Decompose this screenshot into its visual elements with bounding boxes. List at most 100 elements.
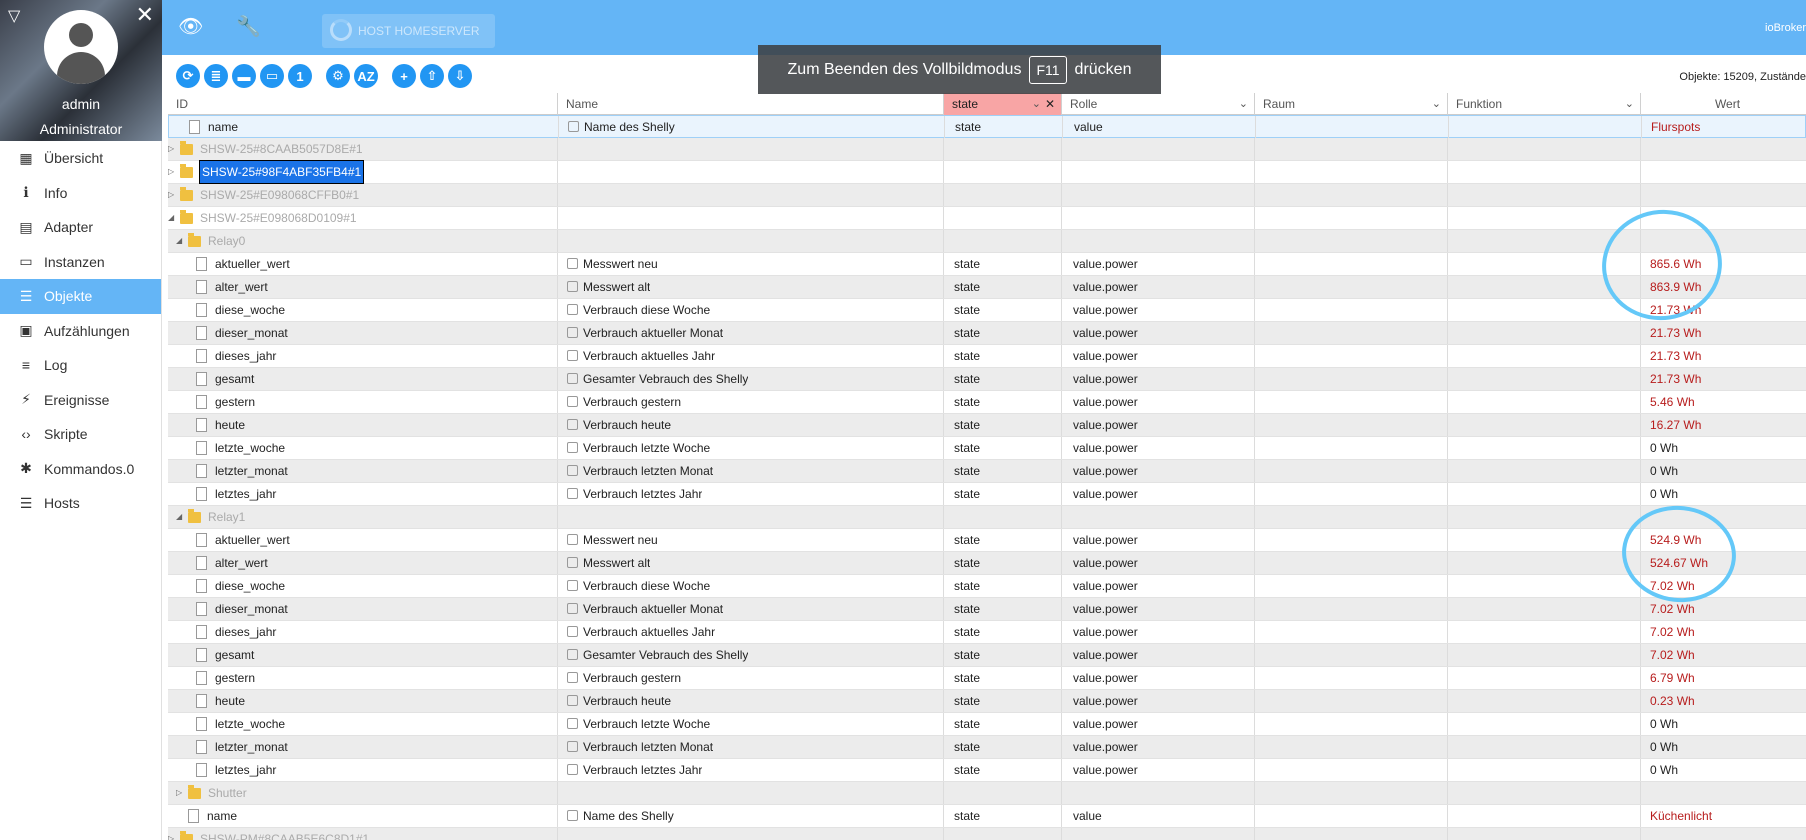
table-row[interactable]: letztes_jahr Verbrauch letztes Jahr state v… [168, 483, 1806, 506]
table-row[interactable]: diese_woche Verbrauch diese Woche state val… [168, 575, 1806, 598]
table-row[interactable]: name Name des Shelly state value Flurspots [168, 115, 1806, 138]
list-view-icon[interactable]: ≣ [204, 64, 228, 88]
table-row[interactable]: ▷ SHSW-25#E098068CFFB0#1 [168, 184, 1806, 207]
folder-collapse-icon[interactable]: ▬ [232, 64, 256, 88]
table-row[interactable]: alter_wert Messwert alt state value.power 86… [168, 276, 1806, 299]
col-id[interactable]: ID [168, 93, 558, 115]
table-row[interactable]: alter_wert Messwert alt state value.power 52… [168, 552, 1806, 575]
sidebar-item-instanzen[interactable]: ▭ Instanzen [0, 245, 161, 280]
table-row[interactable]: dieser_monat Verbrauch aktueller Monat sta… [168, 322, 1806, 345]
col-function[interactable]: Funktion ⌄ [1448, 93, 1641, 115]
row-value[interactable]: 5.46 Wh [1644, 391, 1695, 413]
folder-expand-icon[interactable]: ▭ [260, 64, 284, 88]
table-row[interactable]: gestern Verbrauch gestern state value.power… [168, 667, 1806, 690]
table-row[interactable]: ▷ SHSW-25#98F4ABF35FB4#1 [168, 160, 1806, 184]
table-row[interactable]: gesamt Gesamter Vebrauch des Shelly state v… [168, 368, 1806, 391]
row-value[interactable]: 21.73 Wh [1644, 345, 1701, 367]
row-value[interactable]: 0 Wh [1644, 736, 1678, 758]
details-icon[interactable]: 1 [288, 64, 312, 88]
chevron-down-icon[interactable]: ⌄ [1625, 93, 1634, 115]
chevron-down-icon[interactable]: ⌄ [1032, 93, 1041, 115]
table-row[interactable]: letztes_jahr Verbrauch letztes Jahr state v… [168, 759, 1806, 782]
table-row[interactable]: heute Verbrauch heute state value.power 0.23… [168, 690, 1806, 713]
user-settings-icon[interactable]: ⚙ [326, 64, 350, 88]
table-row[interactable]: dieses_jahr Verbrauch aktuelles Jahr state… [168, 345, 1806, 368]
clear-filter-icon[interactable]: ✕ [1045, 93, 1055, 115]
col-role[interactable]: Rolle ⌄ [1062, 93, 1255, 115]
sort-az-icon[interactable]: AZ [354, 64, 378, 88]
row-value[interactable]: 21.73 Wh [1644, 368, 1701, 390]
col-type-filter[interactable]: state ⌄ ✕ [944, 93, 1062, 115]
expand-triangle-icon[interactable]: ▷ [168, 138, 180, 160]
add-icon[interactable]: + [392, 64, 416, 88]
expand-triangle-icon[interactable]: ▷ [176, 782, 188, 804]
upload-icon[interactable]: ⇧ [420, 64, 444, 88]
expand-triangle-icon[interactable]: ▷ [168, 828, 180, 840]
table-row[interactable]: name Name des Shelly state value Küchenlicht [168, 805, 1806, 828]
collapse-triangle-icon[interactable]: ◢ [168, 207, 180, 229]
table-row[interactable]: letzte_woche Verbrauch letzte Woche state v… [168, 437, 1806, 460]
sidebar-item-skripte[interactable]: ‹› Skripte [0, 417, 161, 452]
row-value[interactable]: 0 Wh [1644, 437, 1678, 459]
host-button[interactable]: HOST HOMESERVER [322, 14, 495, 48]
row-value[interactable]: 7.02 Wh [1644, 621, 1695, 643]
col-name[interactable]: Name [558, 93, 944, 115]
sidebar-item-adapter[interactable]: ▤ Adapter [0, 210, 161, 245]
table-row[interactable]: ▷ SHSW-25#8CAAB5057D8E#1 [168, 138, 1806, 161]
close-icon[interactable]: ✕ [136, 2, 154, 28]
name-edit-icon [567, 350, 578, 361]
row-value[interactable]: 6.79 Wh [1644, 667, 1695, 689]
col-value[interactable]: Wert [1641, 93, 1806, 115]
row-value[interactable]: 7.02 Wh [1644, 644, 1695, 666]
row-id-label: alter_wert [215, 556, 268, 570]
table-row[interactable]: letzter_monat Verbrauch letzten Monat stat… [168, 460, 1806, 483]
table-row[interactable]: letzte_woche Verbrauch letzte Woche state v… [168, 713, 1806, 736]
sidebar-item-übersicht[interactable]: ▦ Übersicht [0, 141, 161, 176]
download-icon[interactable]: ⇩ [448, 64, 472, 88]
expand-triangle-icon[interactable]: ▷ [168, 184, 180, 206]
sidebar-item-ereignisse[interactable]: ⚡ Ereignisse [0, 383, 161, 418]
eye-icon[interactable]: 👁 [178, 14, 203, 39]
chevron-down-icon[interactable]: ⌄ [1432, 93, 1441, 115]
table-row[interactable]: dieser_monat Verbrauch aktueller Monat sta… [168, 598, 1806, 621]
table-row[interactable]: ▷ SHSW-PM#8CAAB5E6C8D1#1 [168, 828, 1806, 840]
row-value[interactable]: 0 Wh [1644, 713, 1678, 735]
sidebar-item-info[interactable]: ℹ Info [0, 176, 161, 211]
table-row[interactable]: aktueller_wert Messwert neu state value.pow… [168, 529, 1806, 552]
table-row[interactable]: diese_woche Verbrauch diese Woche state val… [168, 299, 1806, 322]
row-value[interactable]: Flurspots [1645, 116, 1700, 138]
collapse-triangle-icon[interactable]: ◢ [176, 506, 188, 528]
table-row[interactable]: dieses_jahr Verbrauch aktuelles Jahr state… [168, 621, 1806, 644]
row-name: Verbrauch aktueller Monat [563, 598, 723, 620]
row-value[interactable]: 0 Wh [1644, 483, 1678, 505]
sidebar-item-hosts[interactable]: ☰ Hosts [0, 486, 161, 521]
table-row[interactable]: ▷ Shutter [168, 782, 1806, 805]
wrench-icon[interactable]: 🔧 [236, 14, 261, 39]
col-room[interactable]: Raum ⌄ [1255, 93, 1448, 115]
table-row[interactable]: ◢ SHSW-25#E098068D0109#1 [168, 207, 1806, 230]
grid-icon: ▦ [19, 149, 33, 166]
table-row[interactable]: ◢ Relay1 [168, 506, 1806, 529]
row-value[interactable]: 0 Wh [1644, 759, 1678, 781]
row-value[interactable]: Küchenlicht [1644, 805, 1712, 827]
sidebar-item-aufzählungen[interactable]: ▣ Aufzählungen [0, 314, 161, 349]
row-name: Verbrauch aktuelles Jahr [563, 621, 715, 643]
refresh-icon[interactable]: ⟳ [176, 64, 200, 88]
table-row[interactable]: gestern Verbrauch gestern state value.power… [168, 391, 1806, 414]
menu-triangle-icon[interactable]: ▽ [8, 6, 20, 26]
row-value[interactable]: 16.27 Wh [1644, 414, 1701, 436]
row-value[interactable]: 0 Wh [1644, 460, 1678, 482]
sidebar-item-log[interactable]: ≡ Log [0, 348, 161, 383]
table-row[interactable]: letzter_monat Verbrauch letzten Monat stat… [168, 736, 1806, 759]
row-value[interactable]: 21.73 Wh [1644, 322, 1701, 344]
collapse-triangle-icon[interactable]: ◢ [176, 230, 188, 252]
sidebar-item-kommandos-0[interactable]: ✱ Kommandos.0 [0, 452, 161, 487]
row-value[interactable]: 0.23 Wh [1644, 690, 1695, 712]
chevron-down-icon[interactable]: ⌄ [1239, 93, 1248, 115]
table-row[interactable]: aktueller_wert Messwert neu state value.pow… [168, 253, 1806, 276]
table-row[interactable]: heute Verbrauch heute state value.power 16.2… [168, 414, 1806, 437]
table-row[interactable]: ◢ Relay0 [168, 230, 1806, 253]
sidebar-item-objekte[interactable]: ☰ Objekte [0, 279, 161, 314]
expand-triangle-icon[interactable]: ▷ [168, 161, 180, 183]
table-row[interactable]: gesamt Gesamter Vebrauch des Shelly state v… [168, 644, 1806, 667]
